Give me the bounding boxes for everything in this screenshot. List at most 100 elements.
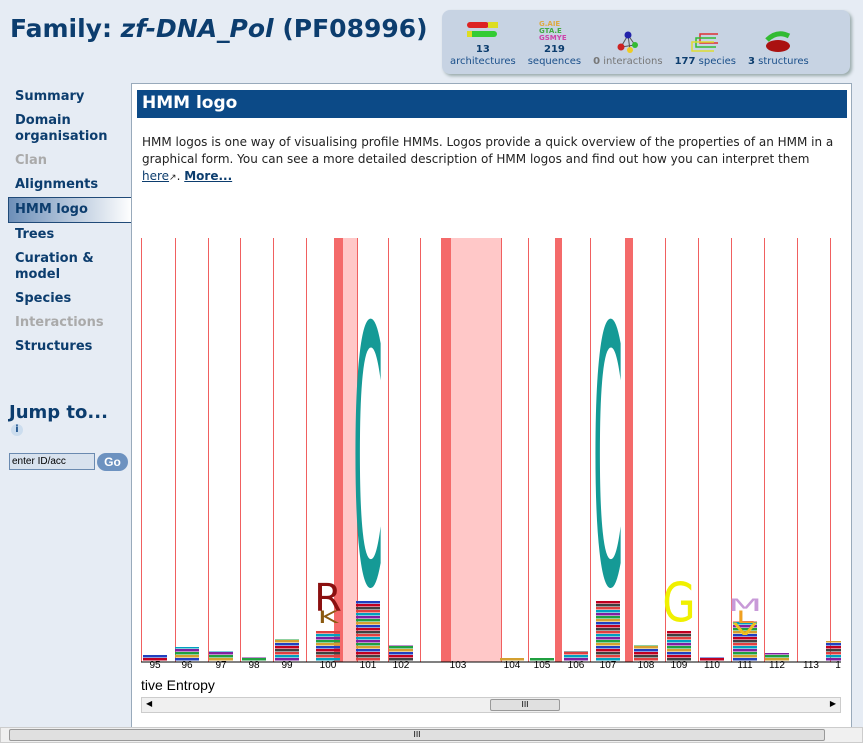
residue-mark [316,634,340,637]
residue-mark [175,652,199,655]
species-icon [675,30,736,54]
more-link[interactable]: More... [184,169,232,183]
residue-mark [667,655,691,658]
sidebar-item-clan: Clan [15,153,48,168]
scrollbar-thumb[interactable]: III [490,699,560,711]
residue-mark [275,652,299,655]
stat-sequences[interactable]: G.AIE GTA.E GSMYE 219 sequences [528,18,581,68]
residue-mark [826,655,841,658]
residue-mark [175,655,199,658]
logo-horizontal-scrollbar[interactable]: ◀ III ▶ [141,697,841,713]
residue-mark [634,649,658,652]
residue-mark [316,649,340,652]
residue-mark [826,652,841,655]
residue-mark [826,646,841,649]
sidebar-item-trees[interactable]: Trees [0,223,132,247]
residue-mark [634,652,658,655]
residue-mark [826,641,841,643]
residue-mark [175,658,199,661]
residue-mark [733,655,757,658]
residue-mark [275,649,299,652]
page-scrollbar-thumb[interactable]: III [9,729,825,741]
insert-state [625,238,633,662]
residue-mark [634,655,658,658]
residue-mark [209,651,233,652]
family-stats-panel: 13 architectures G.AIE GTA.E GSMYE 219 sequen… [442,10,850,74]
scroll-right-icon[interactable]: ▶ [830,699,836,708]
info-icon[interactable]: i [11,424,23,436]
residue-letter: C [353,253,383,667]
insert-state [451,238,501,662]
residue-mark [667,649,691,652]
residue-mark [242,658,266,661]
sidebar-item-alignments[interactable]: Alignments [0,173,132,197]
residue-mark [316,631,340,634]
residue-mark [667,646,691,649]
residue-mark [316,637,340,640]
hmm-logo[interactable]: 95 96 97 98 99 100 101 102 103 104 105 106 107 108 109… [141,238,841,678]
section-header: HMM logo [137,90,847,118]
architectures-icon [450,18,516,42]
residue-mark [700,657,724,658]
residue-mark [389,646,413,649]
residue-mark [634,658,658,661]
page-title: Family: zf-DNA_Pol (PF08996) [10,14,428,43]
go-button[interactable]: Go [97,453,128,471]
residue-mark [667,640,691,643]
residue-letter: G [662,570,695,635]
residue-letter: K [318,608,339,627]
residue-mark [275,658,299,661]
residue-mark [209,658,233,661]
residue-mark [634,646,658,649]
sidebar-item-domain-organisation[interactable]: Domain organisation [0,109,125,149]
residue-mark [634,645,658,646]
residue-mark [733,649,757,652]
structures-icon [748,30,809,54]
insert-state [441,238,451,662]
hmm-logo-description: HMM logos is one way of visualising prof… [142,135,834,183]
family-accession: (PF08996) [282,14,428,43]
sidebar-item-summary[interactable]: Summary [0,85,132,109]
stat-structures[interactable]: 3 structures [748,30,809,68]
residue-mark [316,658,340,661]
residue-mark [765,655,789,658]
family-name: zf-DNA_Pol [120,14,274,43]
stat-interactions[interactable]: 0 interactions [593,30,663,68]
residue-mark [564,658,588,661]
sidebar-item-species[interactable]: Species [0,287,132,311]
residue-letter: V [732,620,758,639]
residue-mark [826,658,841,661]
residue-mark [700,658,724,661]
residue-mark [143,655,167,658]
residue-mark [733,646,757,649]
residue-mark [765,658,789,661]
sequences-icon: G.AIE GTA.E GSMYE [528,18,581,42]
residue-mark [316,640,340,643]
sidebar-item-structures[interactable]: Structures [0,335,132,359]
interactions-icon [593,30,662,54]
residue-letter: C [593,253,623,667]
residue-mark [564,652,588,655]
residue-mark [733,643,757,646]
residue-mark [389,649,413,652]
residue-mark [316,655,340,658]
residue-mark [826,643,841,646]
residue-mark [667,637,691,640]
residue-mark [500,658,524,661]
stat-architectures[interactable]: 13 architectures [450,18,516,68]
page-horizontal-scrollbar[interactable]: III [0,727,863,743]
residue-mark [275,643,299,646]
residue-mark [275,655,299,658]
residue-mark [389,652,413,655]
residue-mark [389,658,413,661]
residue-mark [143,658,167,661]
scroll-left-icon[interactable]: ◀ [146,699,152,708]
sidebar-item-curation-model[interactable]: Curation & model [0,247,125,287]
sidebar-item-hmm-logo[interactable]: HMM logo [8,197,132,223]
stat-species[interactable]: 177 species [675,30,736,68]
sidebar-item-interactions: Interactions [15,315,104,330]
residue-mark [209,655,233,658]
jump-to-input[interactable] [9,453,95,470]
here-link[interactable]: here [142,169,169,183]
residue-mark [175,649,199,652]
